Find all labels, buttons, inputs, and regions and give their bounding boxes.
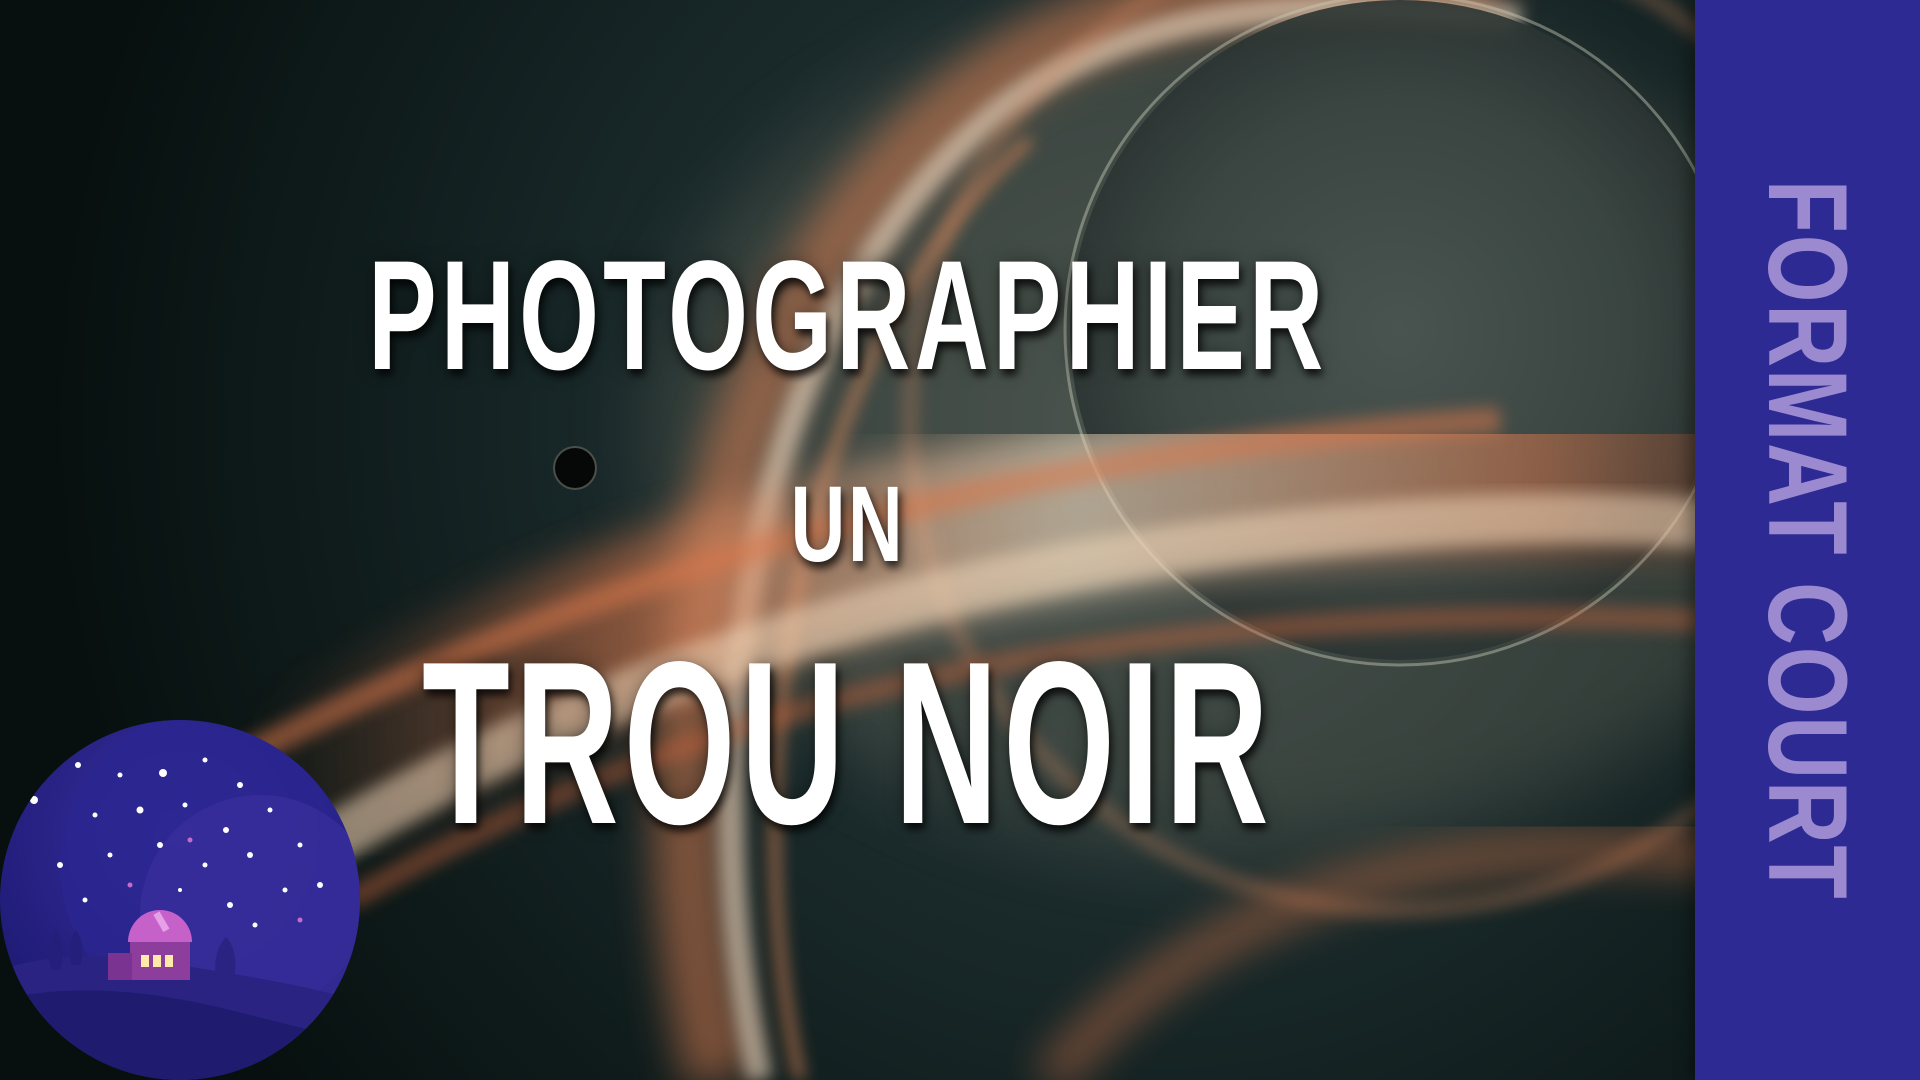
title-line-2: UN [0,470,1695,578]
side-banner: FORMAT COURT [1695,0,1920,1080]
title-line-2-text: UN [790,463,905,584]
observatory-logo-icon [0,720,360,1080]
title-line-1: PHOTOGRAPHIER [0,238,1695,394]
title-line-1-text: PHOTOGRAPHIER [367,229,1328,403]
thumbnail-scene: PHOTOGRAPHIER UN TROU NOIR FORMAT COURT [0,0,1920,1080]
title-line-3-text: TROU NOIR [421,614,1274,873]
side-banner-label: FORMAT COURT [1745,179,1870,901]
side-banner-text: FORMAT COURT [1745,78,1870,1002]
